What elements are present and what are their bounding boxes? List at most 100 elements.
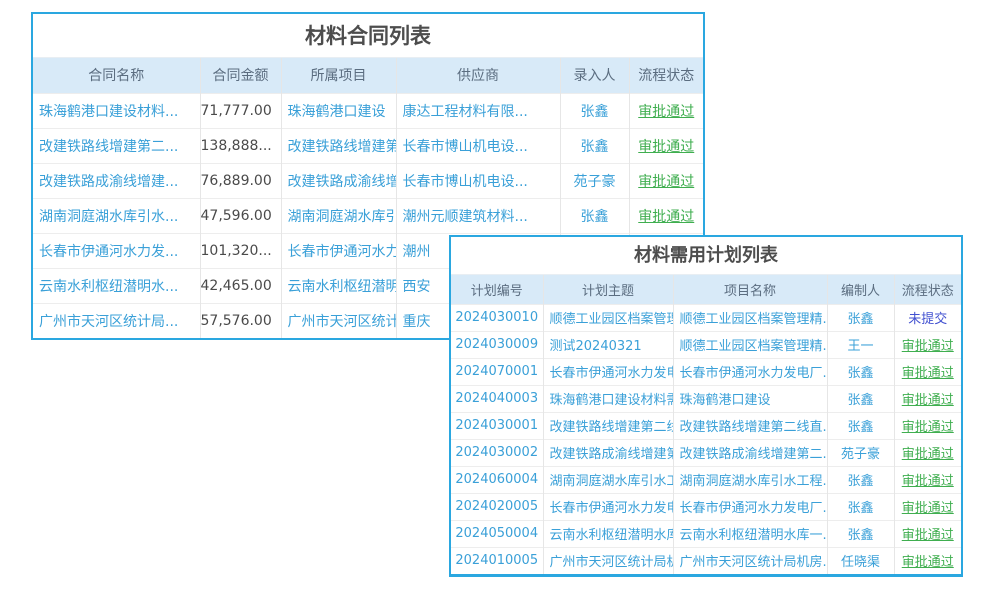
project-name-link[interactable]: 长春市伊通河水力发电厂... [673, 493, 827, 520]
plan-table-row[interactable]: 2024010005 广州市天河区统计局机... 广州市天河区统计局机房... … [451, 547, 961, 574]
plan-table-row[interactable]: 2024030010 顺德工业园区档案管理... 顺德工业园区档案管理精... … [451, 304, 961, 331]
plan-subject-link[interactable]: 改建铁路成渝线增建第... [543, 439, 673, 466]
compiler-link[interactable]: 张鑫 [827, 520, 894, 547]
plan-table-row[interactable]: 2024030009 测试20240321 顺德工业园区档案管理精... 王一 … [451, 331, 961, 358]
contract-name-link[interactable]: 广州市天河区统计局... [33, 303, 200, 338]
supplier-link[interactable]: 长春市博山机电设... [396, 163, 560, 198]
flow-status-link[interactable]: 审批通过 [894, 412, 961, 439]
project-name-link[interactable]: 顺德工业园区档案管理精... [673, 331, 827, 358]
compiler-link[interactable]: 张鑫 [827, 493, 894, 520]
compiler-link[interactable]: 任晓渠 [827, 547, 894, 574]
plan-no-link[interactable]: 2024070001 [451, 358, 543, 385]
flow-status-link[interactable]: 审批通过 [894, 547, 961, 574]
contract-amount-value: 42,465.00 [200, 268, 281, 303]
plan-subject-link[interactable]: 湖南洞庭湖水库引水工... [543, 466, 673, 493]
contract-amount-value: 71,777.00 [200, 93, 281, 128]
recorder-link[interactable]: 苑子豪 [560, 163, 629, 198]
plan-no-link[interactable]: 2024050004 [451, 520, 543, 547]
contract-name-link[interactable]: 改建铁路线增建第二... [33, 128, 200, 163]
contract-name-link[interactable]: 湖南洞庭湖水库引水... [33, 198, 200, 233]
flow-status-link[interactable]: 审批通过 [894, 331, 961, 358]
plan-table-row[interactable]: 2024030001 改建铁路线增建第二线... 改建铁路线增建第二线直... … [451, 412, 961, 439]
plan-no-link[interactable]: 2024030002 [451, 439, 543, 466]
plan-subject-link[interactable]: 长春市伊通河水力发电... [543, 358, 673, 385]
contract-table-title: 材料合同列表 [33, 14, 703, 58]
plan-subject-link[interactable]: 测试20240321 [543, 331, 673, 358]
plan-no-link[interactable]: 2024030001 [451, 412, 543, 439]
compiler-link[interactable]: 张鑫 [827, 385, 894, 412]
column-header-flow-status: 流程状态 [894, 275, 961, 304]
flow-status-link[interactable]: 审批通过 [629, 163, 703, 198]
plan-no-link[interactable]: 2024010005 [451, 547, 543, 574]
project-link[interactable]: 改建铁路线增建第... [281, 128, 396, 163]
plan-subject-link[interactable]: 珠海鹤港口建设材料需... [543, 385, 673, 412]
project-name-link[interactable]: 珠海鹤港口建设 [673, 385, 827, 412]
plan-table-row[interactable]: 2024020005 长春市伊通河水力发电... 长春市伊通河水力发电厂... … [451, 493, 961, 520]
project-name-link[interactable]: 广州市天河区统计局机房... [673, 547, 827, 574]
flow-status-link[interactable]: 审批通过 [894, 493, 961, 520]
project-name-link[interactable]: 改建铁路线增建第二线直... [673, 412, 827, 439]
plan-no-link[interactable]: 2024040003 [451, 385, 543, 412]
project-name-link[interactable]: 改建铁路成渝线增建第二... [673, 439, 827, 466]
flow-status-link[interactable]: 审批通过 [629, 198, 703, 233]
flow-status-link[interactable]: 未提交 [894, 304, 961, 331]
flow-status-link[interactable]: 审批通过 [629, 93, 703, 128]
plan-subject-link[interactable]: 广州市天河区统计局机... [543, 547, 673, 574]
contract-name-link[interactable]: 珠海鹤港口建设材料... [33, 93, 200, 128]
plan-subject-link[interactable]: 云南水利枢纽潜明水库... [543, 520, 673, 547]
plan-table-row[interactable]: 2024070001 长春市伊通河水力发电... 长春市伊通河水力发电厂... … [451, 358, 961, 385]
project-name-link[interactable]: 湖南洞庭湖水库引水工程... [673, 466, 827, 493]
project-name-link[interactable]: 长春市伊通河水力发电厂... [673, 358, 827, 385]
plan-no-link[interactable]: 2024020005 [451, 493, 543, 520]
contract-name-link[interactable]: 云南水利枢纽潜明水... [33, 268, 200, 303]
column-header-contract-name: 合同名称 [33, 58, 200, 93]
project-name-link[interactable]: 顺德工业园区档案管理精... [673, 304, 827, 331]
plan-no-link[interactable]: 2024030009 [451, 331, 543, 358]
recorder-link[interactable]: 张鑫 [560, 128, 629, 163]
flow-status-link[interactable]: 审批通过 [894, 520, 961, 547]
project-link[interactable]: 珠海鹤港口建设 [281, 93, 396, 128]
recorder-link[interactable]: 张鑫 [560, 93, 629, 128]
plan-table-row[interactable]: 2024030002 改建铁路成渝线增建第... 改建铁路成渝线增建第二... … [451, 439, 961, 466]
project-link[interactable]: 长春市伊通河水力... [281, 233, 396, 268]
supplier-link[interactable]: 康达工程材料有限... [396, 93, 560, 128]
project-link[interactable]: 湖南洞庭湖水库引... [281, 198, 396, 233]
plan-table-row[interactable]: 2024040003 珠海鹤港口建设材料需... 珠海鹤港口建设 张鑫 审批通过 [451, 385, 961, 412]
project-link[interactable]: 改建铁路成渝线增... [281, 163, 396, 198]
contract-name-link[interactable]: 改建铁路成渝线增建... [33, 163, 200, 198]
column-header-project-name: 项目名称 [673, 275, 827, 304]
contract-table-row[interactable]: 湖南洞庭湖水库引水... 47,596.00 湖南洞庭湖水库引... 潮州元顺建… [33, 198, 703, 233]
supplier-link[interactable]: 长春市博山机电设... [396, 128, 560, 163]
compiler-link[interactable]: 张鑫 [827, 466, 894, 493]
project-name-link[interactable]: 云南水利枢纽潜明水库一... [673, 520, 827, 547]
flow-status-link[interactable]: 审批通过 [894, 385, 961, 412]
column-header-contract-amount: 合同金额 [200, 58, 281, 93]
compiler-link[interactable]: 张鑫 [827, 412, 894, 439]
contract-table-row[interactable]: 珠海鹤港口建设材料... 71,777.00 珠海鹤港口建设 康达工程材料有限.… [33, 93, 703, 128]
plan-table-row[interactable]: 2024050004 云南水利枢纽潜明水库... 云南水利枢纽潜明水库一... … [451, 520, 961, 547]
supplier-link[interactable]: 潮州元顺建筑材料... [396, 198, 560, 233]
compiler-link[interactable]: 王一 [827, 331, 894, 358]
compiler-link[interactable]: 苑子豪 [827, 439, 894, 466]
recorder-link[interactable]: 张鑫 [560, 198, 629, 233]
flow-status-link[interactable]: 审批通过 [894, 466, 961, 493]
plan-subject-link[interactable]: 顺德工业园区档案管理... [543, 304, 673, 331]
plan-subject-link[interactable]: 改建铁路线增建第二线... [543, 412, 673, 439]
contract-name-link[interactable]: 长春市伊通河水力发... [33, 233, 200, 268]
plan-no-link[interactable]: 2024060004 [451, 466, 543, 493]
plan-table-row[interactable]: 2024060004 湖南洞庭湖水库引水工... 湖南洞庭湖水库引水工程... … [451, 466, 961, 493]
contract-table-row[interactable]: 改建铁路线增建第二... 138,888... 改建铁路线增建第... 长春市博… [33, 128, 703, 163]
flow-status-link[interactable]: 审批通过 [629, 128, 703, 163]
project-link[interactable]: 广州市天河区统计... [281, 303, 396, 338]
flow-status-link[interactable]: 审批通过 [894, 358, 961, 385]
plan-no-link[interactable]: 2024030010 [451, 304, 543, 331]
flow-status-link[interactable]: 审批通过 [894, 439, 961, 466]
page: 材料合同列表 合同名称 合同金额 所属项目 供应商 录入人 流程状态 [0, 0, 1000, 600]
plan-subject-link[interactable]: 长春市伊通河水力发电... [543, 493, 673, 520]
column-header-project: 所属项目 [281, 58, 396, 93]
contract-amount-value: 47,596.00 [200, 198, 281, 233]
compiler-link[interactable]: 张鑫 [827, 304, 894, 331]
project-link[interactable]: 云南水利枢纽潜明... [281, 268, 396, 303]
contract-table-row[interactable]: 改建铁路成渝线增建... 76,889.00 改建铁路成渝线增... 长春市博山… [33, 163, 703, 198]
compiler-link[interactable]: 张鑫 [827, 358, 894, 385]
